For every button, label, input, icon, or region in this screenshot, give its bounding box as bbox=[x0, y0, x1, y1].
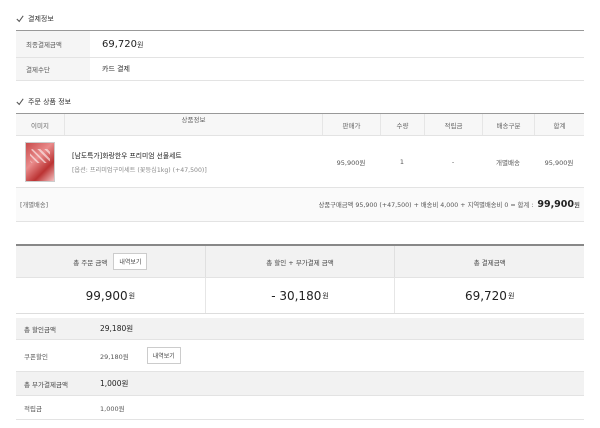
total-extra-row: 총 부가결제금액 1,000원 bbox=[16, 372, 584, 396]
product-thumbnail[interactable] bbox=[25, 141, 55, 182]
coupon-detail-button[interactable]: 내역보기 bbox=[146, 347, 181, 364]
total-order-label: 총 주문 금액 bbox=[73, 258, 108, 267]
total-order-header: 총 주문 금액 내역보기 bbox=[16, 246, 205, 277]
product-name-link[interactable]: [남도특가]화랑한우 프리미엄 선물세트 bbox=[72, 150, 182, 160]
product-option: [옵션: 프리미엄구이세트 (꽃등심1kg) (+47,500)] bbox=[72, 166, 207, 174]
summary-header: 총 주문 금액 내역보기 총 할인 + 부가결제 금액 총 결제금액 bbox=[16, 246, 584, 278]
points-label: 적립금 bbox=[24, 404, 42, 413]
total-extra-value-cell: 1,000원 bbox=[90, 378, 128, 389]
total-extra-label: 총 부가결제금액 bbox=[24, 380, 68, 389]
points-row: 적립금 1,000원 bbox=[16, 396, 584, 420]
col-qty: 수량 bbox=[380, 114, 424, 135]
final-amount-label: 최종결제금액 bbox=[16, 31, 90, 57]
product-shipping: 개별배송 bbox=[496, 158, 520, 167]
coupon-value: 29,180원 bbox=[100, 352, 129, 361]
order-section-label: 주문 상품 정보 bbox=[28, 98, 72, 106]
product-total: 95,900원 bbox=[544, 158, 574, 167]
order-subtotal-summary: 상품구매금액 95,900 (+47,500) + 배송비 4,000 + 지역… bbox=[319, 199, 580, 210]
payment-method-row: 결제수단 카드 결제 bbox=[16, 58, 584, 81]
coupon-row: 쿠폰할인 29,180원 내역보기 bbox=[16, 340, 584, 372]
order-product-table: 이미지 상품정보 판매가 수량 적립금 배송구분 합계 [남도특가]화랑한우 프… bbox=[16, 113, 584, 222]
points-value: 1,000원 bbox=[100, 404, 125, 413]
check-icon bbox=[16, 15, 24, 23]
order-section-title: 주문 상품 정보 bbox=[16, 97, 71, 107]
col-product-info: 상품정보 bbox=[64, 114, 322, 135]
col-image: 이미지 bbox=[31, 121, 49, 130]
product-price: 95,900원 bbox=[336, 158, 366, 167]
payment-section-title: 결제정보 bbox=[16, 14, 54, 24]
col-total: 합계 bbox=[534, 114, 584, 135]
discount-amount: - 30,180 원 bbox=[204, 278, 395, 313]
coupon-value-cell: 29,180원 내역보기 bbox=[90, 347, 181, 364]
payment-summary: 총 주문 금액 내역보기 총 할인 + 부가결제 금액 총 결제금액 99,90… bbox=[16, 244, 584, 314]
subtotal-amount: 99,900원 bbox=[537, 199, 580, 210]
total-discount-label: 총 할인금액 bbox=[24, 325, 56, 334]
summary-values: 99,900 원 - 30,180 원 69,720 원 bbox=[16, 278, 584, 314]
payment-total-amount: 69,720 원 bbox=[394, 278, 584, 313]
total-order-amount: 99,900 원 bbox=[85, 288, 136, 303]
payment-section-label: 결제정보 bbox=[28, 15, 54, 23]
payment-info-table: 최종결제금액 69,720원 결제수단 카드 결제 bbox=[16, 30, 584, 81]
payment-total-header: 총 결제금액 bbox=[394, 246, 584, 277]
order-table-header: 이미지 상품정보 판매가 수량 적립금 배송구분 합계 bbox=[16, 114, 584, 136]
table-row: [남도특가]화랑한우 프리미엄 선물세트 [옵션: 프리미엄구이세트 (꽃등심1… bbox=[16, 136, 584, 188]
total-extra-value: 1,000원 bbox=[100, 379, 129, 388]
col-price: 판매가 bbox=[322, 114, 380, 135]
payment-method-value: 카드 결제 bbox=[102, 65, 130, 73]
subtotal-formula: 상품구매금액 95,900 (+47,500) + 배송비 4,000 + 지역… bbox=[318, 202, 534, 209]
col-shipping: 배송구분 bbox=[482, 114, 534, 135]
total-discount-value: 29,180원 bbox=[100, 324, 134, 333]
total-discount-row: 총 할인금액 29,180원 bbox=[16, 318, 584, 340]
payment-method-label: 결제수단 bbox=[16, 58, 90, 80]
order-detail-button[interactable]: 내역보기 bbox=[113, 253, 148, 270]
coupon-label: 쿠폰할인 bbox=[24, 352, 48, 361]
final-amount-row: 최종결제금액 69,720원 bbox=[16, 31, 584, 58]
check-icon bbox=[16, 98, 24, 106]
product-info-cell: [남도특가]화랑한우 프리미엄 선물세트 [옵션: 프리미엄구이세트 (꽃등심1… bbox=[64, 136, 322, 187]
product-points: - bbox=[451, 157, 455, 166]
shipping-type-label: [개별배송] bbox=[20, 202, 49, 209]
discount-detail-table: 총 할인금액 29,180원 쿠폰할인 29,180원 내역보기 총 부가결제금… bbox=[16, 318, 584, 420]
points-value-cell: 1,000원 bbox=[90, 403, 125, 413]
product-qty: 1 bbox=[399, 157, 405, 166]
product-thumbnail-cell bbox=[16, 136, 64, 187]
order-table-footer: [개별배송] 상품구매금액 95,900 (+47,500) + 배송비 4,0… bbox=[16, 188, 584, 222]
total-discount-value-cell: 29,180원 bbox=[90, 323, 133, 334]
col-points: 적립금 bbox=[424, 114, 482, 135]
discount-header: 총 할인 + 부가결제 금액 bbox=[204, 246, 395, 277]
final-amount-value: 69,720원 bbox=[102, 38, 144, 50]
